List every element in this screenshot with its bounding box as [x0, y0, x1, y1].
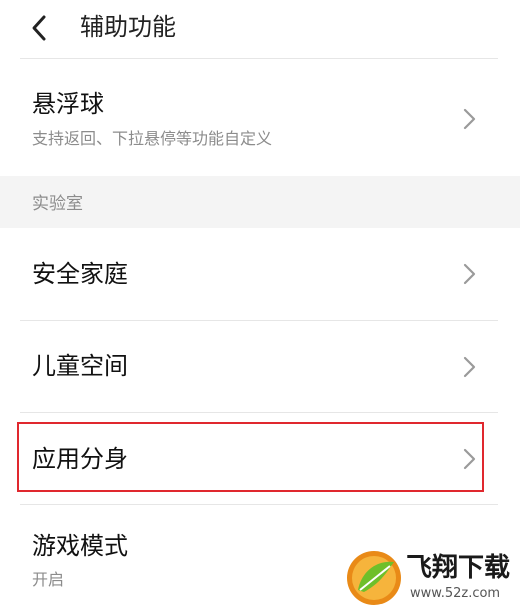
list-item-subtitle: 开启 — [32, 570, 65, 589]
list-item-safe-family[interactable]: 安全家庭 — [0, 228, 520, 320]
section-label-lab: 实验室 — [32, 194, 83, 214]
list-item-title: 游戏模式 — [32, 532, 128, 560]
floating-ball-title: 悬浮球 — [32, 90, 104, 118]
accessibility-settings-screen: 辅助功能 悬浮球 支持返回、下拉悬停等功能自定义 实验室 安全家庭 儿童空间 应… — [0, 0, 520, 608]
watermark-url: www.52z.com — [410, 586, 501, 601]
watermark: 飞翔下载 www.52z.com — [344, 548, 520, 608]
list-item-title: 安全家庭 — [32, 260, 128, 288]
chevron-right-icon — [460, 261, 478, 287]
top-bar: 辅助功能 — [0, 0, 520, 56]
list-item-title: 儿童空间 — [32, 352, 128, 380]
floating-ball-subtitle: 支持返回、下拉悬停等功能自定义 — [32, 129, 273, 148]
back-button[interactable] — [24, 12, 56, 44]
highlight-box — [17, 422, 484, 492]
page-title: 辅助功能 — [80, 13, 176, 41]
list-item-kids-space[interactable]: 儿童空间 — [0, 321, 520, 412]
chevron-right-icon — [460, 354, 478, 380]
floating-ball-row[interactable]: 悬浮球 支持返回、下拉悬停等功能自定义 — [0, 66, 520, 174]
watermark-name: 飞翔下载 — [406, 553, 511, 583]
divider — [20, 58, 498, 59]
chevron-left-icon — [24, 12, 56, 44]
leaf-logo-icon — [344, 548, 404, 608]
chevron-right-icon — [460, 106, 478, 132]
